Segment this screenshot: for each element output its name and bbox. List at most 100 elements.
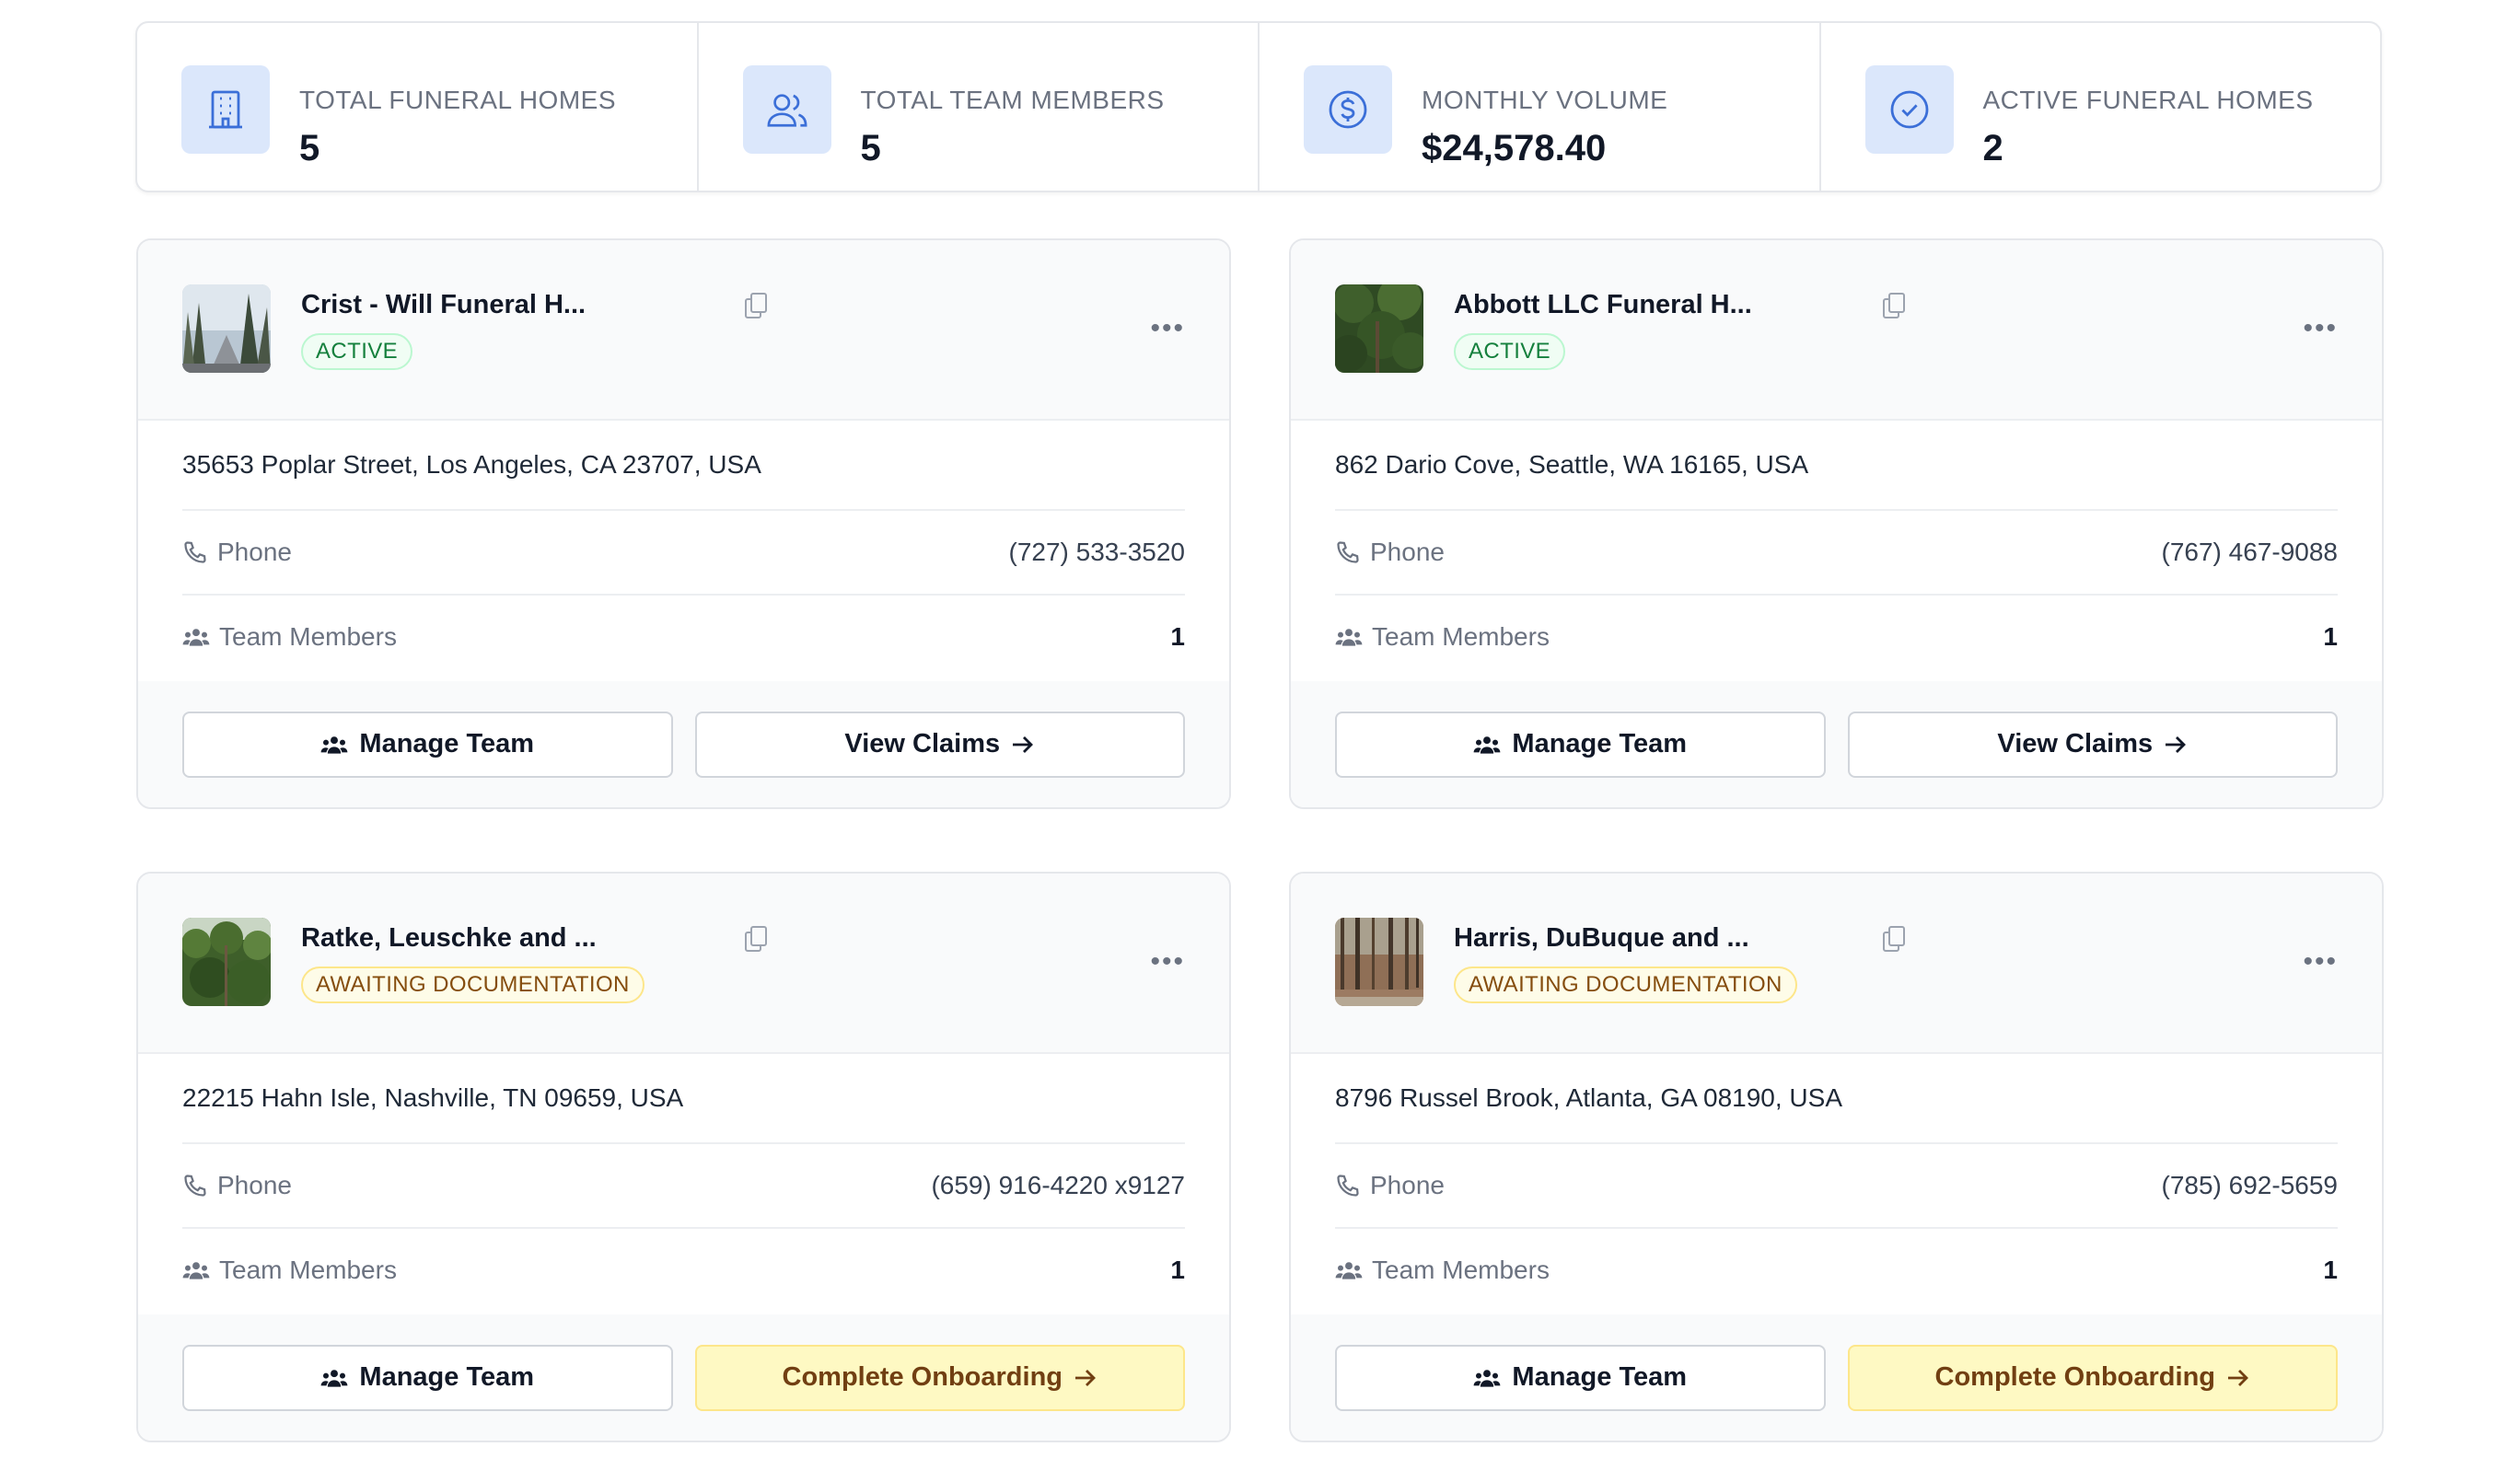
team-icon: [1335, 1262, 1363, 1279]
stat-label: TOTAL FUNERAL HOMES: [299, 86, 616, 114]
arrow-right-icon: [2228, 1369, 2248, 1386]
team-members-label: Team Members: [219, 622, 397, 651]
stat-total-team-members: TOTAL TEAM MEMBERS 5: [696, 23, 1259, 191]
address: 8796 Russel Brook, Atlanta, GA 08190, US…: [1335, 1054, 2338, 1144]
building-icon: [181, 65, 270, 154]
manage-team-label: Manage Team: [359, 1362, 535, 1392]
team-icon: [1335, 629, 1363, 646]
address: 22215 Hahn Isle, Nashville, TN 09659, US…: [182, 1054, 1185, 1144]
card-header: Abbott LLC Funeral H... ACTIVE •••: [1291, 240, 2382, 421]
copy-icon[interactable]: [744, 292, 768, 324]
team-members-count: 1: [2323, 622, 2338, 651]
status-badge: AWAITING DOCUMENTATION: [301, 966, 645, 1003]
phone-icon: [1337, 1175, 1359, 1197]
phone-value: (785) 692-5659: [2161, 1171, 2338, 1199]
card-header: Harris, DuBuque and ... AWAITING DOCUMEN…: [1291, 874, 2382, 1054]
status-badge: ACTIVE: [301, 333, 413, 370]
complete-onboarding-button[interactable]: Complete Onboarding: [694, 1344, 1185, 1411]
view-claims-button[interactable]: View Claims: [1847, 711, 2338, 778]
phone-label: Phone: [217, 538, 292, 566]
team-members-count: 1: [1170, 622, 1185, 651]
funeral-home-card: Abbott LLC Funeral H... ACTIVE ••• 862 D…: [1289, 238, 2384, 809]
team-icon: [321, 1369, 348, 1387]
manage-team-button[interactable]: Manage Team: [1335, 711, 1826, 778]
dollar-circle-icon: [1304, 65, 1392, 154]
team-members-count: 1: [2323, 1256, 2338, 1284]
phone-row: Phone (767) 467-9088: [1335, 511, 2338, 596]
team-members-row: Team Members 1: [1335, 1229, 2338, 1312]
phone-row: Phone (785) 692-5659: [1335, 1144, 2338, 1229]
more-options-icon[interactable]: •••: [2303, 315, 2338, 342]
phone-row: Phone (727) 533-3520: [182, 511, 1185, 596]
card-footer: Manage Team Complete Onboarding: [138, 1314, 1229, 1441]
team-members-label: Team Members: [1372, 622, 1550, 651]
complete-onboarding-button[interactable]: Complete Onboarding: [1847, 1344, 2338, 1411]
copy-icon[interactable]: [1882, 292, 1906, 324]
manage-team-button[interactable]: Manage Team: [182, 711, 673, 778]
funeral-home-card: Crist - Will Funeral H... ACTIVE ••• 356…: [136, 238, 1231, 809]
view-claims-button[interactable]: View Claims: [694, 711, 1185, 778]
card-header: Ratke, Leuschke and ... AWAITING DOCUMEN…: [138, 874, 1229, 1054]
team-members-row: Team Members 1: [182, 1229, 1185, 1312]
phone-row: Phone (659) 916-4220 x9127: [182, 1144, 1185, 1229]
team-icon: [182, 629, 210, 646]
address: 35653 Poplar Street, Los Angeles, CA 237…: [182, 421, 1185, 511]
view-claims-label: View Claims: [844, 729, 1001, 758]
team-members-row: Team Members 1: [1335, 596, 2338, 678]
stat-total-funeral-homes: TOTAL FUNERAL HOMES 5: [137, 23, 697, 191]
more-options-icon[interactable]: •••: [1150, 948, 1185, 976]
team-icon: [321, 735, 348, 754]
stat-value: 2: [1982, 128, 2003, 168]
funeral-home-name: Ratke, Leuschke and ...: [301, 923, 597, 953]
arrow-right-icon: [1075, 1369, 1096, 1386]
phone-value: (659) 916-4220 x9127: [931, 1171, 1185, 1199]
copy-icon[interactable]: [1882, 925, 1906, 957]
team-icon: [1474, 1369, 1501, 1387]
phone-value: (767) 467-9088: [2161, 538, 2338, 566]
arrow-right-icon: [2166, 735, 2187, 753]
card-footer: Manage Team Complete Onboarding: [1291, 1314, 2382, 1441]
phone-label: Phone: [1370, 538, 1445, 566]
complete-onboarding-label: Complete Onboarding: [1934, 1362, 2216, 1392]
phone-label: Phone: [217, 1171, 292, 1199]
address: 862 Dario Cove, Seattle, WA 16165, USA: [1335, 421, 2338, 511]
funeral-home-card: Ratke, Leuschke and ... AWAITING DOCUMEN…: [136, 872, 1231, 1442]
phone-value: (727) 533-3520: [1008, 538, 1185, 566]
manage-team-label: Manage Team: [1512, 729, 1688, 758]
manage-team-button[interactable]: Manage Team: [1335, 1344, 1826, 1411]
stat-label: TOTAL TEAM MEMBERS: [860, 86, 1165, 114]
manage-team-label: Manage Team: [359, 729, 535, 758]
team-members-label: Team Members: [219, 1256, 397, 1284]
phone-icon: [184, 541, 206, 563]
manage-team-label: Manage Team: [1512, 1362, 1688, 1392]
funeral-home-photo: [182, 284, 271, 373]
copy-icon[interactable]: [744, 925, 768, 957]
funeral-home-card: Harris, DuBuque and ... AWAITING DOCUMEN…: [1289, 872, 2384, 1442]
stat-value: 5: [860, 128, 881, 168]
status-badge: AWAITING DOCUMENTATION: [1454, 966, 1797, 1003]
team-icon: [1474, 735, 1501, 754]
funeral-home-photo: [1335, 918, 1423, 1006]
manage-team-button[interactable]: Manage Team: [182, 1344, 673, 1411]
arrow-right-icon: [1013, 735, 1034, 753]
team-icon: [182, 1262, 210, 1279]
view-claims-label: View Claims: [1997, 729, 2154, 758]
team-members-count: 1: [1170, 1256, 1185, 1284]
stat-label: MONTHLY VOLUME: [1422, 86, 1668, 114]
status-badge: ACTIVE: [1454, 333, 1566, 370]
stat-monthly-volume: MONTHLY VOLUME $24,578.40: [1258, 23, 1819, 191]
card-header: Crist - Will Funeral H... ACTIVE •••: [138, 240, 1229, 421]
stat-label: ACTIVE FUNERAL HOMES: [1982, 86, 2314, 114]
funeral-home-name: Harris, DuBuque and ...: [1454, 923, 1749, 953]
check-circle-icon: [1864, 65, 1954, 154]
phone-icon: [184, 1175, 206, 1197]
phone-label: Phone: [1370, 1171, 1445, 1199]
more-options-icon[interactable]: •••: [1150, 315, 1185, 342]
stat-value: 5: [299, 128, 320, 168]
more-options-icon[interactable]: •••: [2303, 948, 2338, 976]
complete-onboarding-label: Complete Onboarding: [782, 1362, 1063, 1392]
card-footer: Manage Team View Claims: [138, 681, 1229, 807]
stat-active-funeral-homes: ACTIVE FUNERAL HOMES 2: [1818, 23, 2381, 191]
funeral-home-photo: [1335, 284, 1423, 373]
stats-bar: TOTAL FUNERAL HOMES 5 TOTAL TEAM MEMBERS…: [135, 21, 2382, 192]
